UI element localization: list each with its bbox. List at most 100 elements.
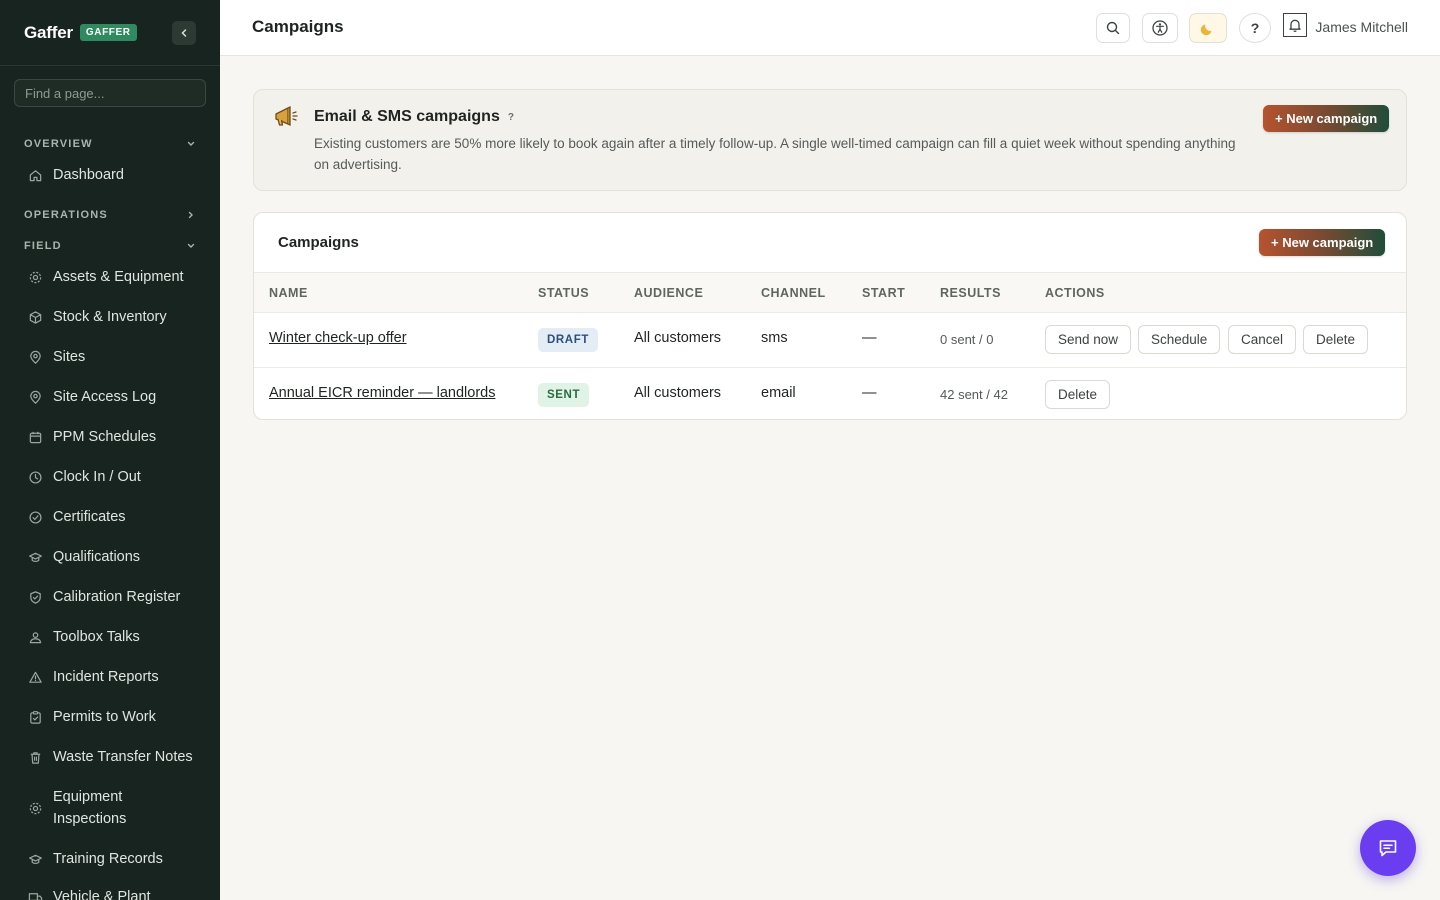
- box-icon: [27, 309, 43, 325]
- gear-icon: [27, 800, 43, 816]
- chevron-down-icon: [187, 243, 195, 248]
- column-header-start[interactable]: START: [862, 286, 905, 300]
- send-now-button[interactable]: Send now: [1045, 325, 1132, 354]
- sidebar-item-incident-reports[interactable]: Incident Reports: [0, 666, 220, 688]
- audience-cell: All customers: [634, 385, 722, 401]
- status-badge: SENT: [538, 383, 590, 407]
- help-icon: ?: [1250, 20, 1260, 36]
- trash-icon: [27, 749, 43, 765]
- delete-button[interactable]: Delete: [1045, 380, 1111, 409]
- check-circle-icon: [27, 509, 43, 525]
- sidebar-item-equipment-inspections[interactable]: Equipment Inspections: [0, 786, 220, 830]
- sidebar-item-dashboard[interactable]: Dashboard: [0, 164, 220, 186]
- sidebar-item-toolbox-talks[interactable]: Toolbox Talks: [0, 626, 220, 648]
- column-header-actions: ACTIONS: [1045, 286, 1105, 300]
- gear-icon: [27, 269, 43, 285]
- sidebar-item-clock-in-out[interactable]: Clock In / Out: [0, 466, 220, 488]
- sidebar-item-label: Calibration Register: [53, 589, 181, 605]
- help-button[interactable]: ?: [1239, 13, 1271, 43]
- sidebar-item-qualifications[interactable]: Qualifications: [0, 546, 220, 568]
- help-tooltip-icon[interactable]: ?: [508, 112, 514, 123]
- chevron-right-icon: [188, 211, 193, 219]
- new-campaign-button[interactable]: + New campaign: [1263, 105, 1390, 132]
- search-icon: [1106, 21, 1120, 35]
- cancel-button[interactable]: Cancel: [1228, 325, 1297, 354]
- sidebar-item-label: Clock In / Out: [53, 469, 141, 485]
- campaign-name-link[interactable]: Winter check-up offer: [269, 330, 407, 346]
- column-header-audience[interactable]: AUDIENCE: [634, 286, 703, 300]
- search-button[interactable]: [1096, 13, 1130, 43]
- sidebar-item-assets-equipment[interactable]: Assets & Equipment: [0, 266, 220, 288]
- column-header-channel[interactable]: CHANNEL: [761, 286, 826, 300]
- sidebar-item-ppm-schedules[interactable]: PPM Schedules: [0, 426, 220, 448]
- table-row: Winter check-up offer DRAFT All customer…: [254, 313, 1406, 367]
- clipboard-check-icon: [27, 709, 43, 725]
- section-label: FIELD: [24, 240, 62, 252]
- section-label: OVERVIEW: [24, 138, 93, 150]
- sidebar-item-waste-transfer-notes[interactable]: Waste Transfer Notes: [0, 746, 220, 768]
- sidebar-item-sites[interactable]: Sites: [0, 346, 220, 368]
- truck-icon: [27, 889, 43, 900]
- sidebar-item-permits-to-work[interactable]: Permits to Work: [0, 706, 220, 728]
- sidebar-item-label: Incident Reports: [53, 669, 159, 685]
- sidebar-item-stock-inventory[interactable]: Stock & Inventory: [0, 306, 220, 328]
- sidebar-item-label: Equipment Inspections: [53, 786, 126, 830]
- sidebar-item-label: PPM Schedules: [53, 429, 157, 445]
- channel-cell: sms: [761, 330, 788, 346]
- section-overview[interactable]: OVERVIEW: [0, 134, 220, 154]
- section-label: OPERATIONS: [24, 209, 108, 221]
- sidebar-item-label: Stock & Inventory: [53, 309, 167, 325]
- megaphone-icon: [273, 105, 299, 134]
- info-card-title: Email & SMS campaigns ?: [314, 108, 514, 126]
- info-card-title-text: Email & SMS campaigns: [314, 108, 500, 125]
- sidebar-item-label: Site Access Log: [53, 389, 157, 405]
- schedule-button[interactable]: Schedule: [1138, 325, 1221, 354]
- notifications-button[interactable]: [1283, 13, 1307, 37]
- calendar-icon: [27, 429, 43, 445]
- dark-mode-toggle[interactable]: [1189, 13, 1227, 43]
- chevron-down-icon: [187, 141, 195, 146]
- user-menu[interactable]: James Mitchell: [1315, 19, 1408, 35]
- chat-support-button[interactable]: [1360, 820, 1416, 876]
- user-group-icon: [27, 629, 43, 645]
- bell-icon: [1289, 19, 1301, 32]
- section-field[interactable]: FIELD: [0, 236, 220, 256]
- graduation-cap-icon: [27, 549, 43, 565]
- collapse-sidebar-button[interactable]: [172, 21, 196, 45]
- accessibility-button[interactable]: [1142, 13, 1178, 43]
- column-header-results[interactable]: RESULTS: [940, 286, 1001, 300]
- campaigns-info-card: Email & SMS campaigns ? Existing custome…: [253, 89, 1407, 191]
- chevron-left-icon: [181, 29, 187, 37]
- map-pin-icon: [27, 389, 43, 405]
- column-header-status[interactable]: STATUS: [538, 286, 589, 300]
- sidebar-item-certificates[interactable]: Certificates: [0, 506, 220, 528]
- table-row: Annual EICR reminder — landlords SENT Al…: [254, 367, 1406, 419]
- brand-name: Gaffer: [24, 22, 73, 42]
- brand-header: Gaffer GAFFER: [0, 0, 220, 66]
- results-cell: 42 sent / 42: [940, 387, 1008, 402]
- sidebar-item-label: Assets & Equipment: [53, 269, 184, 285]
- sidebar-item-label: Dashboard: [53, 167, 124, 183]
- campaign-name-link[interactable]: Annual EICR reminder — landlords: [269, 385, 495, 401]
- sidebar-item-calibration-register[interactable]: Calibration Register: [0, 586, 220, 608]
- column-header-name[interactable]: NAME: [269, 286, 308, 300]
- page-search-input[interactable]: [25, 85, 195, 101]
- page-search-box[interactable]: [14, 79, 206, 107]
- new-campaign-button-secondary[interactable]: + New campaign: [1259, 229, 1386, 256]
- sidebar-item-training-records[interactable]: Training Records: [0, 848, 220, 870]
- map-pin-icon: [27, 349, 43, 365]
- channel-cell: email: [761, 385, 796, 401]
- delete-button[interactable]: Delete: [1303, 325, 1369, 354]
- home-icon: [27, 167, 43, 183]
- moon-icon: [1200, 24, 1212, 36]
- sidebar-item-label: Sites: [53, 349, 86, 365]
- brand-badge: GAFFER: [79, 24, 137, 41]
- sidebar-item-vehicle-plant[interactable]: Vehicle & Plant: [0, 886, 220, 900]
- sidebar-item-site-access-log[interactable]: Site Access Log: [0, 386, 220, 408]
- sidebar: Gaffer GAFFER OVERVIEW Dashboard OPERATI…: [0, 0, 220, 900]
- campaigns-table-card: Campaigns + New campaign NAME STATUS AUD…: [253, 212, 1407, 420]
- info-card-description: Existing customers are 50% more likely t…: [314, 136, 1236, 172]
- sidebar-item-label: Certificates: [53, 509, 126, 525]
- section-operations[interactable]: OPERATIONS: [0, 205, 220, 225]
- start-cell: —: [862, 330, 877, 346]
